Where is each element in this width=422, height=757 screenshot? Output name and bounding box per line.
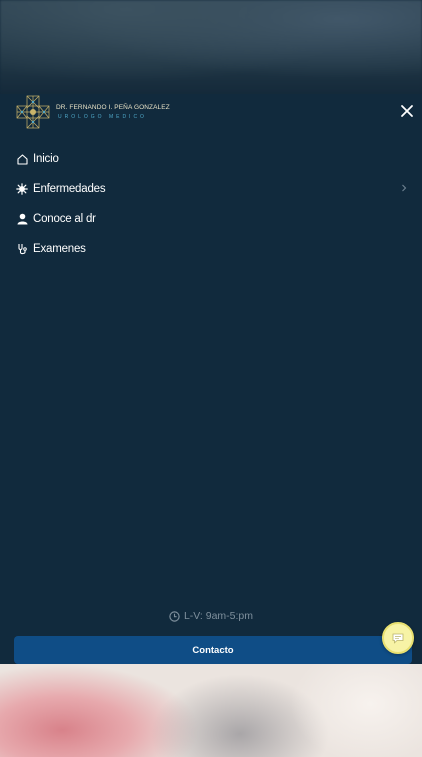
home-icon <box>16 153 28 165</box>
menu-item-inicio[interactable]: Inicio <box>0 144 422 174</box>
stethoscope-icon <box>16 243 28 255</box>
blurred-page-header <box>0 0 422 95</box>
logo-specialty: UROLOGO MEDICO <box>58 114 147 120</box>
office-hours: L-V: 9am-5:pm <box>0 610 422 622</box>
menu-item-label: Enfermedades <box>33 183 106 195</box>
main-menu: Inicio Enfermedades Conoce al dr Examene… <box>0 144 422 264</box>
chat-bubble-icon <box>392 633 404 644</box>
site-logo[interactable]: DR. FERNANDO I. PEÑA GONZALEZ UROLOGO ME… <box>14 94 170 130</box>
navigation-drawer: DR. FERNANDO I. PEÑA GONZALEZ UROLOGO ME… <box>0 94 422 664</box>
menu-item-examenes[interactable]: Examenes <box>0 234 422 264</box>
close-icon[interactable] <box>400 104 414 118</box>
virus-icon <box>16 183 28 195</box>
clock-icon <box>169 610 180 622</box>
caduceus-cross-logo-icon <box>16 95 50 129</box>
user-icon <box>16 213 28 225</box>
blurred-page-content <box>0 664 422 757</box>
menu-item-conoce-al-dr[interactable]: Conoce al dr <box>0 204 422 234</box>
logo-doctor-name: DR. FERNANDO I. PEÑA GONZALEZ <box>56 104 170 111</box>
menu-item-label: Conoce al dr <box>33 213 96 225</box>
menu-item-enfermedades[interactable]: Enfermedades <box>0 174 422 204</box>
menu-item-label: Examenes <box>33 243 86 255</box>
office-hours-label: L-V: 9am-5:pm <box>183 610 254 622</box>
chat-button[interactable] <box>382 622 414 654</box>
menu-item-label: Inicio <box>33 153 59 165</box>
chevron-right-icon[interactable] <box>400 183 408 193</box>
contact-button[interactable]: Contacto <box>14 636 412 664</box>
